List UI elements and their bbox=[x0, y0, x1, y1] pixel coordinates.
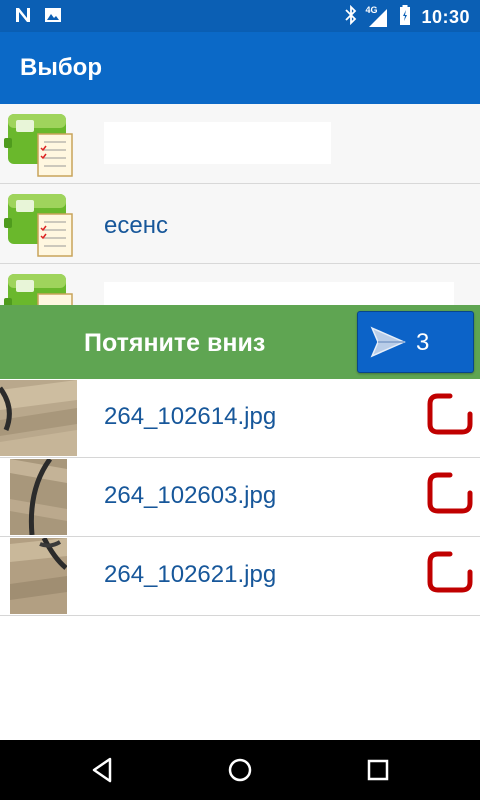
category-label-field bbox=[104, 122, 331, 164]
system-nav-bar bbox=[0, 740, 480, 800]
recents-icon[interactable] bbox=[362, 754, 394, 786]
category-label-field bbox=[104, 282, 454, 305]
battery-icon bbox=[399, 4, 411, 31]
status-bar: 4G 10:30 bbox=[0, 0, 480, 32]
file-name: 264_102621.jpg bbox=[104, 561, 277, 588]
file-thumbnail bbox=[0, 380, 77, 456]
form-checklist-icon bbox=[4, 110, 76, 182]
signal-icon: 4G bbox=[365, 4, 389, 29]
app-bar: Выбор bbox=[0, 32, 480, 104]
category-item[interactable]: есенс bbox=[0, 184, 480, 264]
network-type-label: 4G bbox=[365, 4, 378, 15]
send-count: 3 bbox=[416, 329, 430, 356]
image-notification-icon bbox=[44, 6, 62, 29]
category-list: есенс bbox=[0, 104, 480, 305]
form-checklist-icon bbox=[4, 190, 76, 262]
category-item[interactable] bbox=[0, 264, 480, 305]
status-right-icons: 4G 10:30 bbox=[345, 4, 470, 31]
page-title: Выбор bbox=[20, 54, 102, 81]
file-name: 264_102603.jpg bbox=[104, 482, 277, 509]
n-notification-icon bbox=[14, 6, 32, 29]
file-name: 264_102614.jpg bbox=[104, 403, 277, 430]
home-icon[interactable] bbox=[224, 754, 256, 786]
form-checklist-icon bbox=[4, 270, 76, 305]
selection-check-icon[interactable] bbox=[426, 392, 474, 441]
file-thumbnail bbox=[10, 538, 67, 614]
selection-check-icon[interactable] bbox=[426, 471, 474, 520]
pull-down-bar[interactable]: Потяните вниз 3 bbox=[0, 305, 480, 379]
status-left-icons bbox=[14, 6, 62, 29]
send-icon bbox=[370, 326, 406, 363]
pull-down-label: Потяните вниз bbox=[84, 329, 266, 357]
category-item[interactable] bbox=[0, 104, 480, 184]
file-row[interactable]: 264_102603.jpg bbox=[0, 458, 480, 537]
back-icon[interactable] bbox=[86, 754, 118, 786]
bluetooth-icon bbox=[345, 4, 357, 30]
file-row[interactable]: 264_102621.jpg bbox=[0, 537, 480, 616]
file-row[interactable]: 264_102614.jpg bbox=[0, 379, 480, 458]
category-label: есенс bbox=[104, 212, 168, 239]
status-time: 10:30 bbox=[421, 7, 470, 27]
send-button[interactable]: 3 bbox=[357, 311, 474, 373]
selection-check-icon[interactable] bbox=[426, 550, 474, 599]
file-thumbnail bbox=[10, 459, 67, 535]
